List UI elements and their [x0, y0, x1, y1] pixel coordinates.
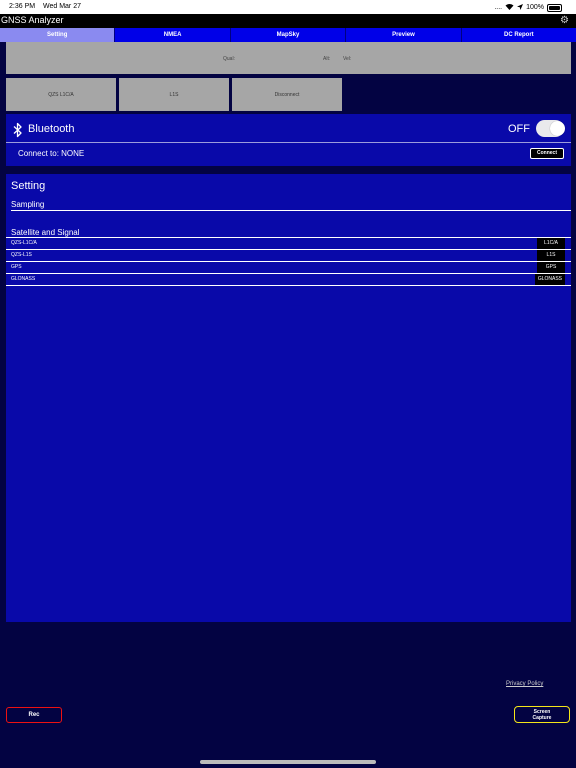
toggle-knob — [550, 121, 565, 136]
status-time: 2:36 PM — [9, 3, 36, 10]
satellite-signal-label: Satellite and Signal — [11, 228, 80, 237]
divider — [6, 142, 571, 143]
connect-button[interactable]: Connect — [530, 148, 564, 159]
alt-label: Alt: — [323, 56, 331, 62]
gear-icon[interactable]: ⚙ — [560, 15, 569, 26]
capture-label-line1: Screen — [533, 708, 551, 715]
l1s-button[interactable]: L1S — [119, 78, 229, 111]
signal-selector[interactable]: L1C/A — [537, 238, 565, 249]
bluetooth-panel: Bluetooth OFF Connect to: NONE Connect — [6, 114, 571, 166]
bluetooth-icon — [13, 122, 23, 138]
divider — [11, 210, 571, 211]
connect-to-label: Connect to: NONE — [18, 149, 85, 158]
satellite-row[interactable]: QZS-L1C/A L1C/A — [6, 238, 571, 250]
tab-bar: Setting NMEA MapSky Preview DC Report — [0, 28, 576, 42]
setting-panel: Setting Sampling Satellite and Signal QZ… — [6, 174, 571, 622]
bluetooth-state: OFF — [508, 123, 530, 135]
signal-icon: .... — [494, 4, 503, 11]
setting-title: Setting — [11, 180, 46, 192]
vel-label: Vel: — [343, 56, 352, 62]
privacy-policy-link[interactable]: Privacy Policy — [506, 681, 543, 687]
satellite-row[interactable]: QZS-L1S L1S — [6, 250, 571, 262]
tab-dc-report[interactable]: DC Report — [460, 28, 576, 42]
disconnect-button[interactable]: Disconnect — [232, 78, 342, 111]
home-indicator[interactable] — [200, 760, 376, 764]
title-bar: GNSS Analyzer ⚙ — [0, 14, 576, 28]
qual-label: Qual: — [223, 56, 235, 62]
info-panel: Qual: Alt: Vel: — [6, 42, 571, 74]
capture-label-line2: Capture — [532, 714, 552, 721]
tab-setting[interactable]: Setting — [0, 28, 115, 42]
location-icon — [517, 3, 524, 12]
sampling-label[interactable]: Sampling — [11, 200, 44, 209]
screen-capture-button[interactable]: Screen Capture — [514, 706, 570, 723]
signal-selector[interactable]: L1S — [537, 250, 565, 261]
satellite-row[interactable]: GPS GPS — [6, 262, 571, 274]
satellite-name: QZS-L1S — [11, 252, 32, 258]
signal-selector[interactable]: GLONASS — [534, 274, 565, 285]
satellite-name: QZS-L1C/A — [11, 240, 37, 246]
status-bar: 2:36 PM Wed Mar 27 .... 100% — [0, 0, 576, 14]
status-indicators: .... 100% — [494, 3, 562, 12]
signal-selector[interactable]: GPS — [537, 262, 565, 273]
bluetooth-label: Bluetooth — [28, 123, 75, 135]
wifi-icon — [505, 3, 514, 12]
battery-percent: 100% — [526, 4, 544, 11]
qzs-l1ca-button[interactable]: QZS L1C/A — [6, 78, 116, 111]
satellite-name: GLONASS — [11, 276, 36, 282]
tab-mapsky[interactable]: MapSky — [229, 28, 345, 42]
satellite-row[interactable]: GLONASS GLONASS — [6, 274, 571, 286]
rec-button[interactable]: Rec — [6, 707, 62, 723]
bluetooth-toggle[interactable] — [536, 120, 565, 137]
satellite-name: GPS — [11, 264, 22, 270]
tab-nmea[interactable]: NMEA — [114, 28, 229, 42]
battery-icon — [547, 3, 562, 12]
tab-preview[interactable]: Preview — [345, 28, 460, 42]
status-date: Wed Mar 27 — [43, 3, 81, 10]
app-title: GNSS Analyzer — [1, 15, 64, 25]
